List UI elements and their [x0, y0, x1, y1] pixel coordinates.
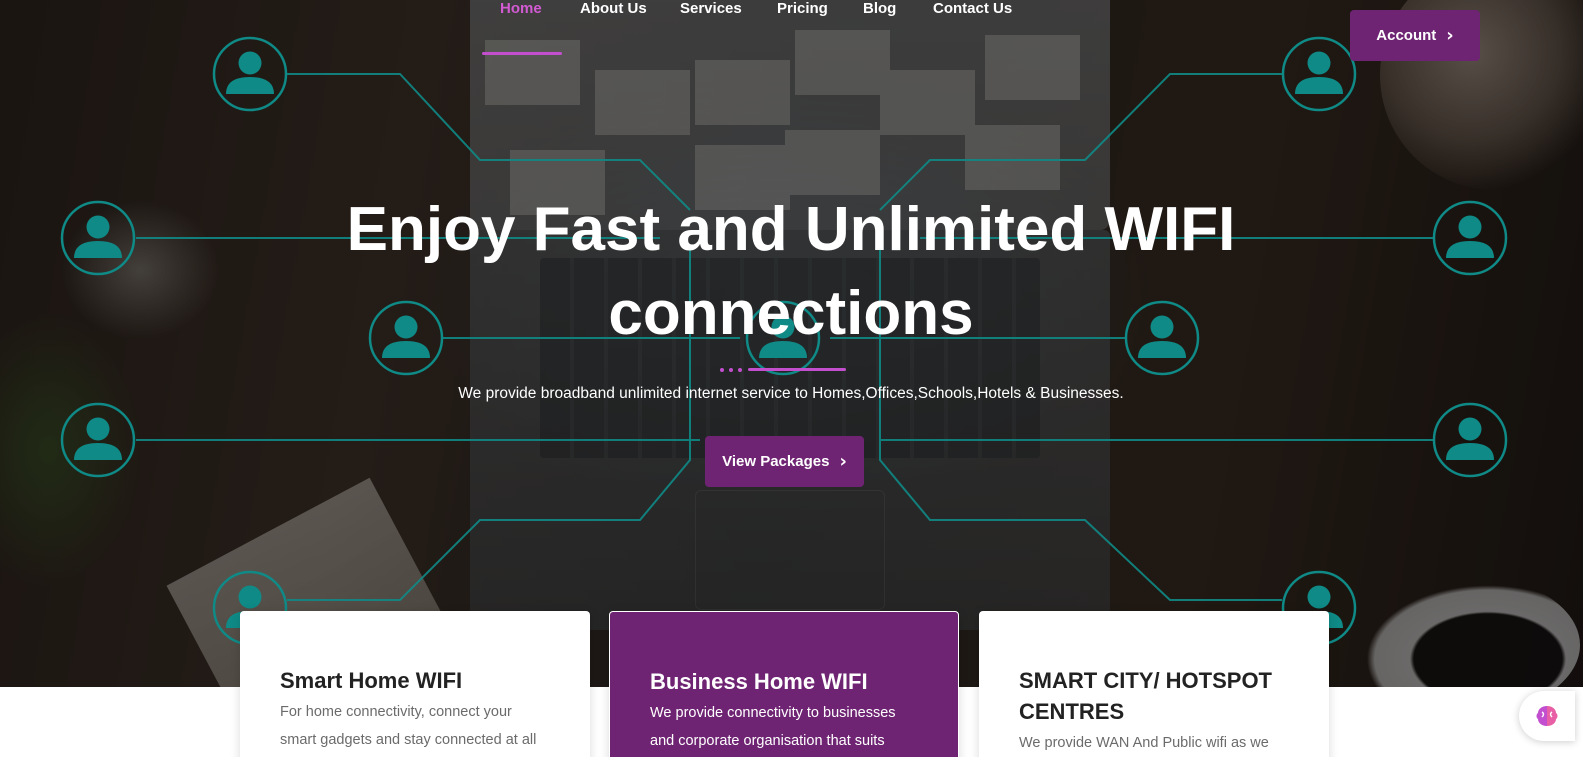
account-button[interactable]: Account › — [1350, 10, 1480, 61]
hero-title-line2: connections — [608, 279, 974, 348]
hero-subtitle: We provide broadband unlimited internet … — [458, 385, 1124, 402]
user-node-icon — [60, 200, 136, 276]
nav-blog[interactable]: Blog — [863, 0, 896, 17]
service-card-smart-home: Smart Home WIFI For home connectivity, c… — [240, 611, 590, 757]
user-node-icon — [212, 36, 288, 112]
nav-active-underline — [482, 52, 562, 55]
card-title: Business Home WIFI — [650, 669, 868, 694]
service-card-smart-city: SMART CITY/ HOTSPOT CENTRES We provide W… — [979, 611, 1329, 757]
account-button-label: Account — [1376, 27, 1437, 44]
card-text: For home connectivity, connect your smar… — [280, 704, 537, 748]
hero-section: Home About Us Services Pricing Blog Cont… — [0, 0, 1583, 687]
user-node-icon — [1432, 402, 1508, 478]
brain-icon — [1536, 706, 1558, 726]
user-node-icon — [1432, 200, 1508, 276]
nav-home[interactable]: Home — [500, 0, 542, 17]
card-text: We provide connectivity to businesses an… — [650, 705, 896, 749]
view-packages-button[interactable]: View Packages › — [705, 436, 864, 487]
nav-pricing[interactable]: Pricing — [777, 0, 828, 17]
nav-about-us[interactable]: About Us — [580, 0, 647, 17]
nav-services[interactable]: Services — [680, 0, 742, 17]
chevron-right-icon: › — [1446, 24, 1454, 46]
assistant-widget[interactable] — [1519, 691, 1575, 741]
user-node-icon — [1281, 36, 1357, 112]
chevron-right-icon: › — [839, 450, 847, 472]
view-packages-label: View Packages — [722, 453, 830, 470]
card-title: SMART CITY/ HOTSPOT CENTRES — [1019, 668, 1272, 724]
user-node-icon — [60, 402, 136, 478]
hero-divider — [720, 367, 850, 373]
card-title: Smart Home WIFI — [280, 668, 463, 693]
card-text: We provide WAN And Public wifi as we — [1019, 735, 1269, 751]
hero-title: Enjoy Fast and Unlimited WIFI connection… — [291, 188, 1291, 356]
hero-title-line1: Enjoy Fast and Unlimited WIFI — [346, 195, 1236, 264]
service-card-business: Business Home WIFI We provide connectivi… — [609, 611, 959, 757]
nav-contact-us[interactable]: Contact Us — [933, 0, 1012, 17]
